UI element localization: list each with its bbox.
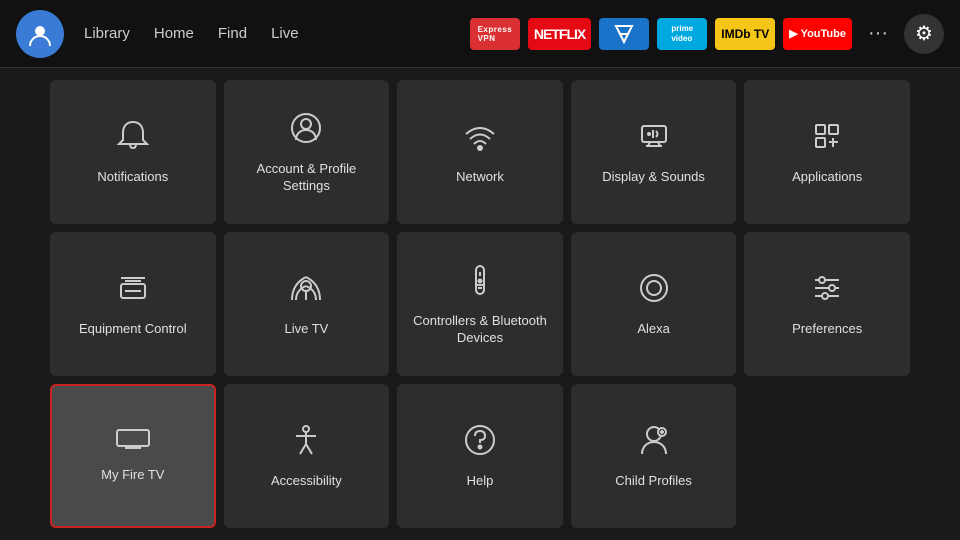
my-fire-tv-label: My Fire TV [101, 467, 164, 484]
grid-cell-applications[interactable]: Applications [744, 80, 910, 224]
antenna-icon [288, 270, 324, 311]
sliders-icon [809, 270, 845, 311]
grid-cell-network[interactable]: Network [397, 80, 563, 224]
equipment-control-label: Equipment Control [79, 321, 187, 338]
remote-icon [462, 262, 498, 303]
notifications-label: Notifications [97, 169, 168, 186]
app-imdb[interactable]: IMDb TV [715, 18, 775, 50]
app-youtube[interactable]: ▶ YouTube [783, 18, 852, 50]
question-icon [462, 422, 498, 463]
applications-label: Applications [792, 169, 862, 186]
controllers-bluetooth-label: Controllers & Bluetooth Devices [405, 313, 555, 347]
display-sounds-label: Display & Sounds [602, 169, 705, 186]
grid-cell-controllers-bluetooth[interactable]: Controllers & Bluetooth Devices [397, 232, 563, 376]
alexa-label: Alexa [637, 321, 670, 338]
grid-cell-display-sounds[interactable]: Display & Sounds [571, 80, 737, 224]
child-profile-icon [636, 422, 672, 463]
top-navigation: Library Home Find Live ExpressVPN NETFLI… [0, 0, 960, 68]
nav-live[interactable]: Live [271, 25, 299, 42]
more-apps-button[interactable]: ··· [860, 16, 896, 52]
nav-links: Library Home Find Live [84, 25, 299, 42]
grid-cell-child-profiles[interactable]: Child Profiles [571, 384, 737, 528]
nav-home[interactable]: Home [154, 25, 194, 42]
settings-grid: Notifications Account & Profile Settings… [0, 68, 960, 540]
grid-cell-accessibility[interactable]: Accessibility [224, 384, 390, 528]
app-netflix[interactable]: NETFLIX [528, 18, 591, 50]
app-shortcuts: ExpressVPN NETFLIX primevideo IMDb TV ▶ … [470, 14, 944, 54]
grid-cell-my-fire-tv[interactable]: My Fire TV [50, 384, 216, 528]
app-freevee[interactable] [599, 18, 649, 50]
avatar[interactable] [16, 10, 64, 58]
app-expressvpn[interactable]: ExpressVPN [470, 18, 520, 50]
grid-cell-alexa[interactable]: Alexa [571, 232, 737, 376]
grid-cell-equipment-control[interactable]: Equipment Control [50, 232, 216, 376]
display-sound-icon [636, 118, 672, 159]
grid-cell-notifications[interactable]: Notifications [50, 80, 216, 224]
account-profile-label: Account & Profile Settings [232, 161, 382, 195]
grid-cell-preferences[interactable]: Preferences [744, 232, 910, 376]
nav-find[interactable]: Find [218, 25, 247, 42]
live-tv-label: Live TV [284, 321, 328, 338]
grid-cell-live-tv[interactable]: Live TV [224, 232, 390, 376]
preferences-label: Preferences [792, 321, 862, 338]
tv-remote-icon [115, 270, 151, 311]
accessibility-icon [288, 422, 324, 463]
wifi-icon [462, 118, 498, 159]
child-profiles-label: Child Profiles [615, 473, 692, 490]
grid-cell-account-profile[interactable]: Account & Profile Settings [224, 80, 390, 224]
nav-library[interactable]: Library [84, 25, 130, 42]
bell-icon [115, 118, 151, 159]
grid-cell-help[interactable]: Help [397, 384, 563, 528]
person-circle-icon [288, 110, 324, 151]
fire-tv-icon [115, 428, 151, 457]
network-label: Network [456, 169, 504, 186]
apps-grid-icon [809, 118, 845, 159]
help-label: Help [467, 473, 494, 490]
accessibility-label: Accessibility [271, 473, 342, 490]
settings-button[interactable]: ⚙ [904, 14, 944, 54]
alexa-icon [636, 270, 672, 311]
app-prime-video[interactable]: primevideo [657, 18, 707, 50]
